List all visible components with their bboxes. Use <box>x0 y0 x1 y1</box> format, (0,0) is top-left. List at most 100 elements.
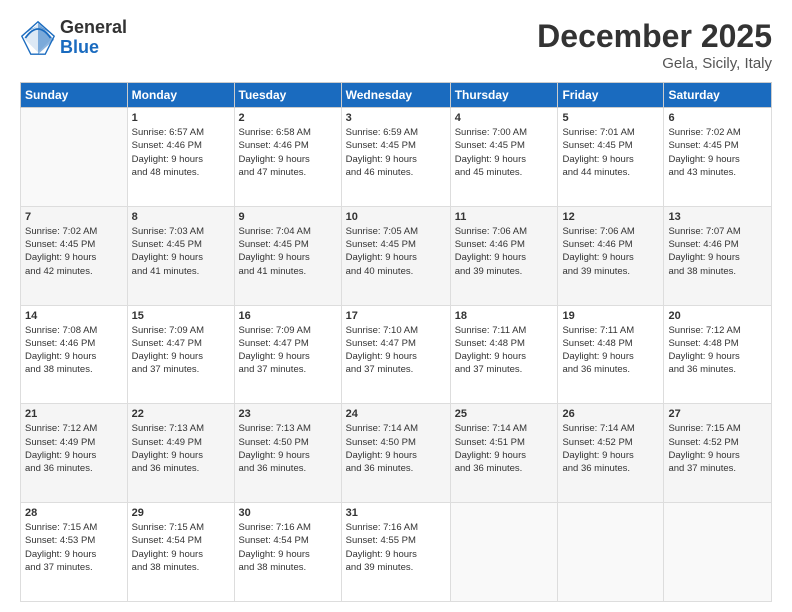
day-number: 10 <box>346 211 446 223</box>
table-row: 31 Sunrise: 7:16 AM Sunset: 4:55 PM Dayli… <box>341 503 450 602</box>
day-number: 29 <box>132 507 230 519</box>
day-info: Sunrise: 7:06 AM Sunset: 4:46 PM Dayligh… <box>562 225 659 278</box>
header-tuesday: Tuesday <box>234 83 341 108</box>
day-number: 17 <box>346 310 446 322</box>
table-row: 7 Sunrise: 7:02 AM Sunset: 4:45 PM Daylig… <box>21 206 128 305</box>
table-row: 29 Sunrise: 7:15 AM Sunset: 4:54 PM Dayli… <box>127 503 234 602</box>
table-row: 22 Sunrise: 7:13 AM Sunset: 4:49 PM Dayli… <box>127 404 234 503</box>
day-number: 5 <box>562 112 659 124</box>
day-info: Sunrise: 7:09 AM Sunset: 4:47 PM Dayligh… <box>132 324 230 377</box>
day-info: Sunrise: 7:08 AM Sunset: 4:46 PM Dayligh… <box>25 324 123 377</box>
table-row: 16 Sunrise: 7:09 AM Sunset: 4:47 PM Dayli… <box>234 305 341 404</box>
day-number: 13 <box>668 211 767 223</box>
header-monday: Monday <box>127 83 234 108</box>
header: General Blue December 2025 Gela, Sicily,… <box>20 18 772 72</box>
day-number: 14 <box>25 310 123 322</box>
table-row: 1 Sunrise: 6:57 AM Sunset: 4:46 PM Daylig… <box>127 108 234 207</box>
day-info: Sunrise: 6:57 AM Sunset: 4:46 PM Dayligh… <box>132 126 230 179</box>
table-row: 19Sunrise: 7:11 AM Sunset: 4:48 PM Dayli… <box>558 305 664 404</box>
table-row: 5 Sunrise: 7:01 AM Sunset: 4:45 PM Daylig… <box>558 108 664 207</box>
day-number: 11 <box>455 211 554 223</box>
header-saturday: Saturday <box>664 83 772 108</box>
header-thursday: Thursday <box>450 83 558 108</box>
logo: General Blue <box>20 18 127 58</box>
day-number: 27 <box>668 408 767 420</box>
day-number: 24 <box>346 408 446 420</box>
table-row: 3 Sunrise: 6:59 AM Sunset: 4:45 PM Daylig… <box>341 108 450 207</box>
table-row: 26 Sunrise: 7:14 AM Sunset: 4:52 PM Dayli… <box>558 404 664 503</box>
day-info: Sunrise: 7:04 AM Sunset: 4:45 PM Dayligh… <box>239 225 337 278</box>
day-number: 16 <box>239 310 337 322</box>
day-number: 3 <box>346 112 446 124</box>
header-friday: Friday <box>558 83 664 108</box>
table-row: 13 Sunrise: 7:07 AM Sunset: 4:46 PM Dayli… <box>664 206 772 305</box>
day-number: 26 <box>562 408 659 420</box>
table-row: 17Sunrise: 7:10 AM Sunset: 4:47 PM Dayli… <box>341 305 450 404</box>
day-number: 22 <box>132 408 230 420</box>
table-row: 14 Sunrise: 7:08 AM Sunset: 4:46 PM Dayli… <box>21 305 128 404</box>
day-info: Sunrise: 7:03 AM Sunset: 4:45 PM Dayligh… <box>132 225 230 278</box>
day-number: 25 <box>455 408 554 420</box>
table-row: 25 Sunrise: 7:14 AM Sunset: 4:51 PM Dayli… <box>450 404 558 503</box>
day-info: Sunrise: 7:11 AM Sunset: 4:48 PM Dayligh… <box>562 324 659 377</box>
table-row <box>664 503 772 602</box>
day-info: Sunrise: 7:07 AM Sunset: 4:46 PM Dayligh… <box>668 225 767 278</box>
table-row: 28Sunrise: 7:15 AM Sunset: 4:53 PM Dayli… <box>21 503 128 602</box>
day-number: 23 <box>239 408 337 420</box>
day-number: 2 <box>239 112 337 124</box>
table-row: 12 Sunrise: 7:06 AM Sunset: 4:46 PM Dayli… <box>558 206 664 305</box>
day-number: 15 <box>132 310 230 322</box>
table-row: 2 Sunrise: 6:58 AM Sunset: 4:46 PM Daylig… <box>234 108 341 207</box>
day-number: 18 <box>455 310 554 322</box>
day-info: Sunrise: 6:58 AM Sunset: 4:46 PM Dayligh… <box>239 126 337 179</box>
logo-blue-label: Blue <box>60 38 127 58</box>
calendar-week-row: 7 Sunrise: 7:02 AM Sunset: 4:45 PM Daylig… <box>21 206 772 305</box>
day-info: Sunrise: 7:00 AM Sunset: 4:45 PM Dayligh… <box>455 126 554 179</box>
logo-icon <box>20 20 56 56</box>
day-info: Sunrise: 7:16 AM Sunset: 4:55 PM Dayligh… <box>346 521 446 574</box>
day-info: Sunrise: 7:15 AM Sunset: 4:52 PM Dayligh… <box>668 422 767 475</box>
day-info: Sunrise: 7:02 AM Sunset: 4:45 PM Dayligh… <box>25 225 123 278</box>
day-info: Sunrise: 7:16 AM Sunset: 4:54 PM Dayligh… <box>239 521 337 574</box>
day-info: Sunrise: 7:14 AM Sunset: 4:51 PM Dayligh… <box>455 422 554 475</box>
calendar-title: December 2025 <box>537 18 772 55</box>
day-info: Sunrise: 7:11 AM Sunset: 4:48 PM Dayligh… <box>455 324 554 377</box>
header-wednesday: Wednesday <box>341 83 450 108</box>
day-info: Sunrise: 6:59 AM Sunset: 4:45 PM Dayligh… <box>346 126 446 179</box>
table-row: 24 Sunrise: 7:14 AM Sunset: 4:50 PM Dayli… <box>341 404 450 503</box>
title-block: December 2025 Gela, Sicily, Italy <box>537 18 772 72</box>
day-number: 6 <box>668 112 767 124</box>
day-info: Sunrise: 7:05 AM Sunset: 4:45 PM Dayligh… <box>346 225 446 278</box>
table-row: 9 Sunrise: 7:04 AM Sunset: 4:45 PM Daylig… <box>234 206 341 305</box>
day-info: Sunrise: 7:02 AM Sunset: 4:45 PM Dayligh… <box>668 126 767 179</box>
header-sunday: Sunday <box>21 83 128 108</box>
logo-text: General Blue <box>60 18 127 58</box>
day-number: 7 <box>25 211 123 223</box>
day-info: Sunrise: 7:14 AM Sunset: 4:50 PM Dayligh… <box>346 422 446 475</box>
day-info: Sunrise: 7:15 AM Sunset: 4:54 PM Dayligh… <box>132 521 230 574</box>
day-number: 12 <box>562 211 659 223</box>
day-info: Sunrise: 7:14 AM Sunset: 4:52 PM Dayligh… <box>562 422 659 475</box>
logo-general-label: General <box>60 18 127 38</box>
table-row <box>21 108 128 207</box>
day-info: Sunrise: 7:09 AM Sunset: 4:47 PM Dayligh… <box>239 324 337 377</box>
table-row: 6 Sunrise: 7:02 AM Sunset: 4:45 PM Daylig… <box>664 108 772 207</box>
day-number: 4 <box>455 112 554 124</box>
day-number: 9 <box>239 211 337 223</box>
calendar-week-row: 1 Sunrise: 6:57 AM Sunset: 4:46 PM Daylig… <box>21 108 772 207</box>
day-number: 8 <box>132 211 230 223</box>
table-row: 10 Sunrise: 7:05 AM Sunset: 4:45 PM Dayli… <box>341 206 450 305</box>
day-number: 31 <box>346 507 446 519</box>
calendar-week-row: 14 Sunrise: 7:08 AM Sunset: 4:46 PM Dayli… <box>21 305 772 404</box>
table-row <box>558 503 664 602</box>
table-row: 11 Sunrise: 7:06 AM Sunset: 4:46 PM Dayli… <box>450 206 558 305</box>
day-number: 1 <box>132 112 230 124</box>
calendar-week-row: 21Sunrise: 7:12 AM Sunset: 4:49 PM Dayli… <box>21 404 772 503</box>
table-row: 30 Sunrise: 7:16 AM Sunset: 4:54 PM Dayli… <box>234 503 341 602</box>
day-info: Sunrise: 7:06 AM Sunset: 4:46 PM Dayligh… <box>455 225 554 278</box>
calendar-header-row: Sunday Monday Tuesday Wednesday Thursday… <box>21 83 772 108</box>
day-info: Sunrise: 7:13 AM Sunset: 4:49 PM Dayligh… <box>132 422 230 475</box>
day-info: Sunrise: 7:01 AM Sunset: 4:45 PM Dayligh… <box>562 126 659 179</box>
day-number: 30 <box>239 507 337 519</box>
table-row: 15 Sunrise: 7:09 AM Sunset: 4:47 PM Dayli… <box>127 305 234 404</box>
